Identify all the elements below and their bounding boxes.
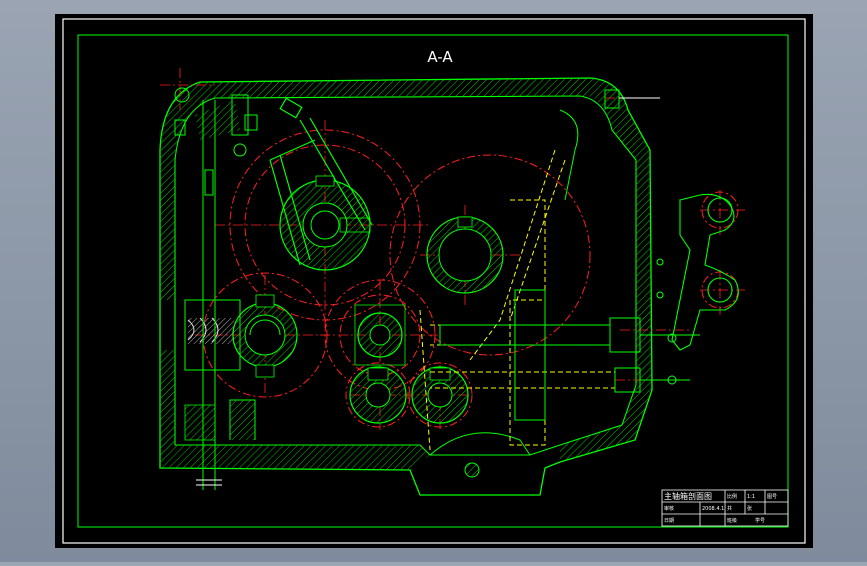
cad-viewport: A-A 主轴箱剖面图 比例 1:1 图号 共 张 审核 2008.4.1 日期 … [0, 0, 867, 562]
title-cell: 班级 [727, 517, 737, 524]
title-drawing-name: 主轴箱剖面图 [664, 491, 712, 501]
title-cell: 审核 [664, 505, 674, 512]
title-cell: 1:1 [747, 494, 755, 500]
title-cell: 比例 [727, 493, 737, 500]
lower-right-gear [411, 366, 469, 424]
drawing-canvas: A-A 主轴箱剖面图 比例 1:1 图号 共 张 审核 2008.4.1 日期 … [55, 14, 813, 548]
section-label: A-A [427, 48, 453, 66]
title-cell: 张 [747, 505, 752, 512]
drain-plug [464, 462, 480, 478]
title-cell: 共 [727, 505, 732, 512]
lower-left-gear [349, 366, 407, 424]
right-bushing [426, 216, 504, 294]
title-cell: 学号 [755, 517, 765, 524]
title-cell: 2008.4.1 [702, 506, 724, 512]
title-cell: 图号 [767, 494, 777, 500]
title-cell: 日期 [664, 518, 674, 524]
